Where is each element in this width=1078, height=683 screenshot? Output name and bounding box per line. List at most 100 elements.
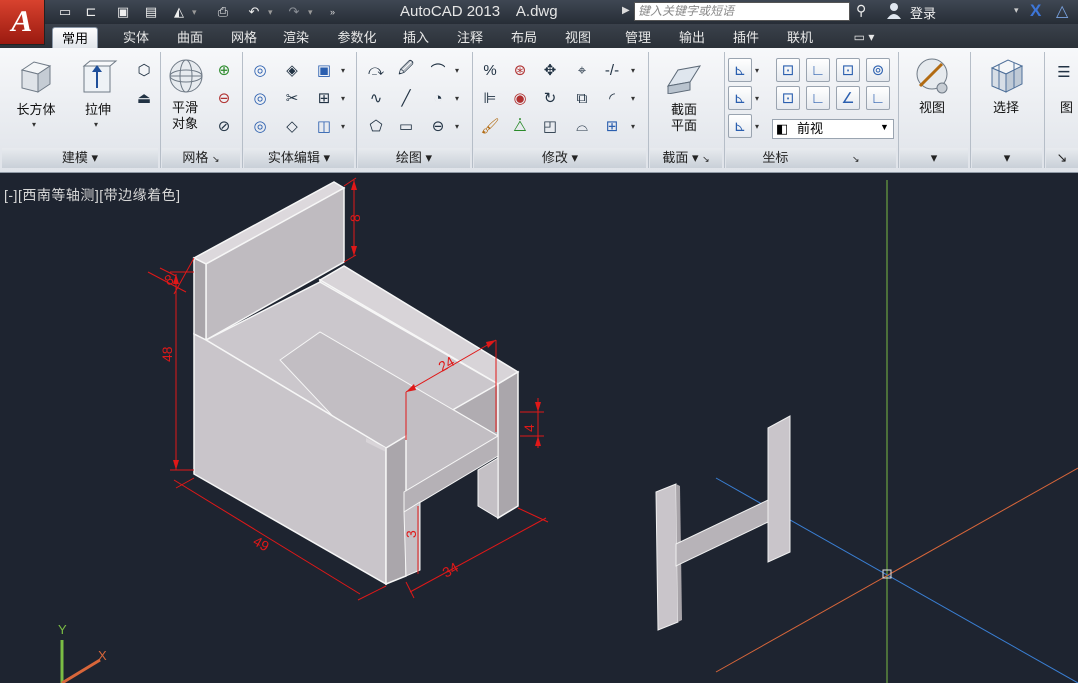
- ucs-view-icon[interactable]: ⊡: [836, 58, 860, 82]
- drawing-canvas[interactable]: 8 8 48 24 4 49 34 3 Y X: [0, 173, 1078, 683]
- tab-plugins[interactable]: 插件: [722, 27, 770, 48]
- search-input[interactable]: 键入关键字或短语: [634, 2, 850, 21]
- plot-dropdown-icon[interactable]: ▾: [192, 4, 197, 20]
- tab-mesh[interactable]: 网格: [220, 27, 268, 48]
- ucs-origin-icon[interactable]: ⊾: [728, 114, 752, 138]
- ucs-dropdown-icon[interactable]: ▾: [752, 58, 762, 82]
- subtract-icon[interactable]: ◎: [248, 86, 272, 110]
- fillet-icon[interactable]: ◜: [600, 86, 624, 110]
- spline-icon[interactable]: ∿: [364, 86, 388, 110]
- view-select-dropdown-icon[interactable]: ▼: [880, 122, 889, 132]
- chair-solid[interactable]: [192, 181, 520, 586]
- print-icon[interactable]: ⎙: [212, 3, 234, 21]
- thicken-icon[interactable]: ◇: [280, 114, 304, 138]
- ellipse-icon[interactable]: ⊖: [426, 114, 450, 138]
- view-select[interactable]: 前视: [772, 119, 894, 139]
- panel-title-draw[interactable]: 绘图 ▾: [358, 148, 470, 168]
- autodesk-icon[interactable]: △: [1056, 1, 1068, 21]
- redo-dropdown-icon[interactable]: ▾: [308, 4, 313, 20]
- box-dropdown-icon[interactable]: ▾: [32, 120, 36, 129]
- extract-edges-dropdown-icon[interactable]: ▾: [338, 58, 348, 82]
- mesh-refine-icon[interactable]: ⊘: [212, 114, 236, 138]
- mesh-smooth-less-icon[interactable]: ⊖: [212, 86, 236, 110]
- drawing-viewport[interactable]: 8 8 48 24 4 49 34 3 Y X: [0, 173, 1078, 683]
- match-properties-icon[interactable]: 🖌: [478, 114, 502, 138]
- polysolid-icon[interactable]: ⏏: [132, 86, 156, 110]
- panel-title-coordinates[interactable]: 坐标 ↘: [726, 148, 896, 168]
- undo-icon[interactable]: ↶: [244, 3, 264, 21]
- tab-surface[interactable]: 曲面: [166, 27, 214, 48]
- ucs-previous-icon[interactable]: ⊡: [776, 86, 800, 110]
- extrude-faces-icon[interactable]: ⊞: [312, 86, 336, 110]
- ucs-3point-icon[interactable]: ∟: [866, 86, 890, 110]
- open-icon[interactable]: ⊏: [82, 3, 100, 21]
- select-icon[interactable]: [986, 56, 1026, 96]
- extrude-button[interactable]: 拉伸: [72, 102, 124, 118]
- ellipse-dropdown-icon[interactable]: ▾: [452, 114, 462, 138]
- smooth-object-icon[interactable]: [166, 58, 206, 94]
- box-button[interactable]: 长方体: [8, 102, 64, 118]
- rectangle-icon[interactable]: ▭: [394, 114, 418, 138]
- ucs-origin-dropdown-icon[interactable]: ▾: [752, 114, 762, 138]
- tab-insert[interactable]: 插入: [392, 27, 440, 48]
- tab-output[interactable]: 输出: [668, 27, 716, 48]
- panel-title-view[interactable]: ▾: [900, 148, 968, 168]
- circle-dropdown-icon[interactable]: ▾: [452, 86, 462, 110]
- extrude-faces-dropdown-icon[interactable]: ▾: [338, 86, 348, 110]
- tab-render[interactable]: 渲染: [272, 27, 320, 48]
- tab-view[interactable]: 视图: [554, 27, 602, 48]
- tab-parametric[interactable]: 参数化: [326, 27, 388, 48]
- section-plane-button[interactable]: 截面 平面: [658, 102, 710, 134]
- tab-manage[interactable]: 管理: [614, 27, 662, 48]
- view-icon[interactable]: [912, 56, 954, 96]
- partial-right-button[interactable]: 图: [1060, 100, 1078, 116]
- scale-icon[interactable]: %: [478, 58, 502, 82]
- ucs-x-icon[interactable]: ⊾: [728, 86, 752, 110]
- ucs-world-icon[interactable]: ∟: [806, 58, 830, 82]
- redo-icon[interactable]: ↷: [284, 3, 304, 21]
- slice-icon[interactable]: ✂: [280, 86, 304, 110]
- app-menu-button[interactable]: A: [0, 0, 45, 45]
- view-button[interactable]: 视图: [906, 100, 958, 116]
- polyline-icon[interactable]: ⤼: [364, 58, 388, 82]
- arc-icon[interactable]: ⌒: [426, 58, 450, 82]
- ribbon-minimize-icon[interactable]: ▭ ▾: [846, 27, 882, 48]
- union-icon[interactable]: ◎: [248, 58, 272, 82]
- user-icon[interactable]: [886, 2, 902, 20]
- new-icon[interactable]: ▭: [56, 3, 74, 21]
- panel-title-modeling[interactable]: 建模 ▾: [2, 148, 158, 168]
- ucs-icon[interactable]: ⊾: [728, 58, 752, 82]
- smooth-object-button[interactable]: 平滑 对象: [160, 100, 210, 132]
- undo-dropdown-icon[interactable]: ▾: [268, 4, 273, 20]
- intersect-icon[interactable]: ◎: [248, 114, 272, 138]
- tab-layout[interactable]: 布局: [500, 27, 548, 48]
- ucs-zaxis-icon[interactable]: ∠: [836, 86, 860, 110]
- plot-icon[interactable]: ◭: [170, 3, 188, 21]
- arc-dropdown-icon[interactable]: ▾: [452, 58, 462, 82]
- 3d-align-icon[interactable]: ⧊: [508, 114, 532, 138]
- mesh-smooth-more-icon[interactable]: ⊕: [212, 58, 236, 82]
- section-plane-icon[interactable]: [664, 60, 704, 94]
- presspull-icon[interactable]: ⬡: [132, 58, 156, 82]
- rect-array-dropdown-icon[interactable]: ▾: [628, 114, 638, 138]
- save-icon[interactable]: ▣: [114, 3, 132, 21]
- break-dropdown-icon[interactable]: ▾: [628, 58, 638, 82]
- panel-title-select[interactable]: ▾: [972, 148, 1042, 168]
- trim-icon[interactable]: ⌖: [570, 58, 594, 82]
- extrude-icon[interactable]: [78, 58, 118, 96]
- align-icon[interactable]: ⊫: [478, 86, 502, 110]
- h-shape-solid[interactable]: [655, 415, 791, 631]
- layers-icon[interactable]: ☰: [1052, 60, 1076, 84]
- panel-title-section[interactable]: 截面 ▾ ↘: [650, 148, 722, 168]
- offset-icon[interactable]: ⌓: [570, 114, 594, 138]
- tab-solid[interactable]: 实体: [112, 27, 160, 48]
- copy-icon[interactable]: ⧉: [570, 86, 594, 110]
- saveas-icon[interactable]: ▤: [142, 3, 160, 21]
- 3d-rotate-icon[interactable]: ◉: [508, 86, 532, 110]
- fillet-dropdown-icon[interactable]: ▾: [628, 86, 638, 110]
- panel-title-solid-edit[interactable]: 实体编辑 ▾: [244, 148, 354, 168]
- polygon-icon[interactable]: ⬠: [364, 114, 388, 138]
- viewport-controls-label[interactable]: [-][西南等轴测][带边缘着色]: [4, 185, 181, 205]
- ucs-x-dropdown-icon[interactable]: ▾: [752, 86, 762, 110]
- exchange-icon[interactable]: X: [1030, 1, 1041, 21]
